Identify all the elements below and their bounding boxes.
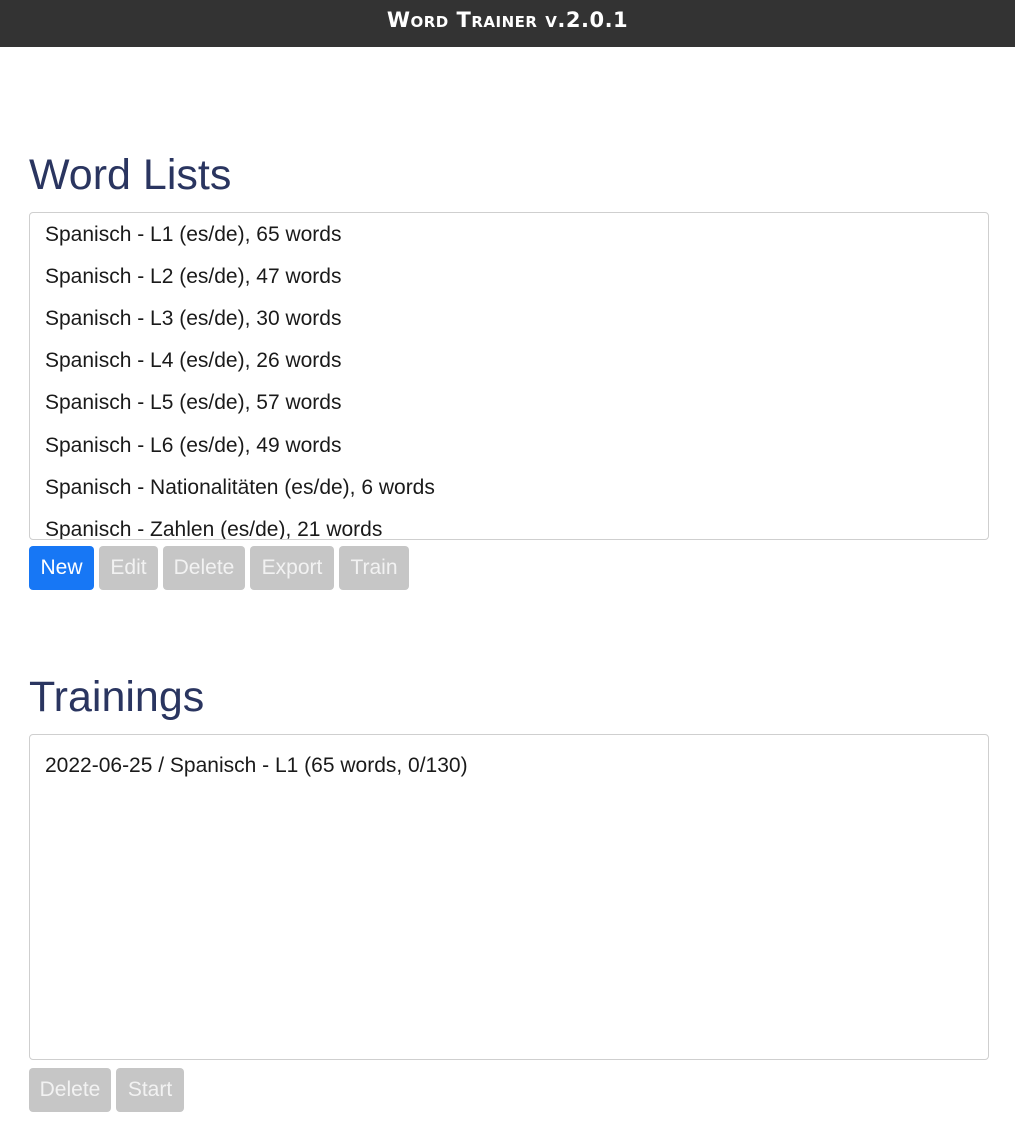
word-list-item[interactable]: Spanisch - L6 (es/de), 49 words xyxy=(45,435,341,456)
word-list-item[interactable]: Spanisch - L2 (es/de), 47 words xyxy=(45,266,341,287)
word-list-item[interactable]: Spanisch - L4 (es/de), 26 words xyxy=(45,350,341,371)
app-title: Word Trainer v.2.0.1 xyxy=(386,8,629,32)
word-list-item[interactable]: Spanisch - Zahlen (es/de), 21 words xyxy=(45,519,382,539)
word-list-item[interactable]: Spanisch - L5 (es/de), 57 words xyxy=(45,392,341,413)
word-list-item[interactable]: Spanisch - Nationalitäten (es/de), 6 wor… xyxy=(45,477,435,498)
word-lists-heading: Word Lists xyxy=(29,151,232,199)
train-list-button[interactable]: Train xyxy=(339,546,409,590)
word-list-item[interactable]: Spanisch - L3 (es/de), 30 words xyxy=(45,308,341,329)
training-item[interactable]: 2022-06-25 / Spanisch - L1 (65 words, 0/… xyxy=(45,755,468,776)
title-bar: Word Trainer v.2.0.1 xyxy=(0,0,1015,47)
delete-training-button[interactable]: Delete xyxy=(29,1068,111,1112)
edit-list-button[interactable]: Edit xyxy=(99,546,158,590)
export-list-button[interactable]: Export xyxy=(250,546,334,590)
word-list-item[interactable]: Spanisch - L1 (es/de), 65 words xyxy=(45,224,341,245)
trainings-listbox[interactable]: 2022-06-25 / Spanisch - L1 (65 words, 0/… xyxy=(29,734,989,1060)
new-list-button[interactable]: New xyxy=(29,546,94,590)
delete-list-button[interactable]: Delete xyxy=(163,546,245,590)
start-training-button[interactable]: Start xyxy=(116,1068,184,1112)
trainings-heading: Trainings xyxy=(29,673,205,721)
word-lists-listbox[interactable]: Spanisch - L1 (es/de), 65 words Spanisch… xyxy=(29,212,989,540)
